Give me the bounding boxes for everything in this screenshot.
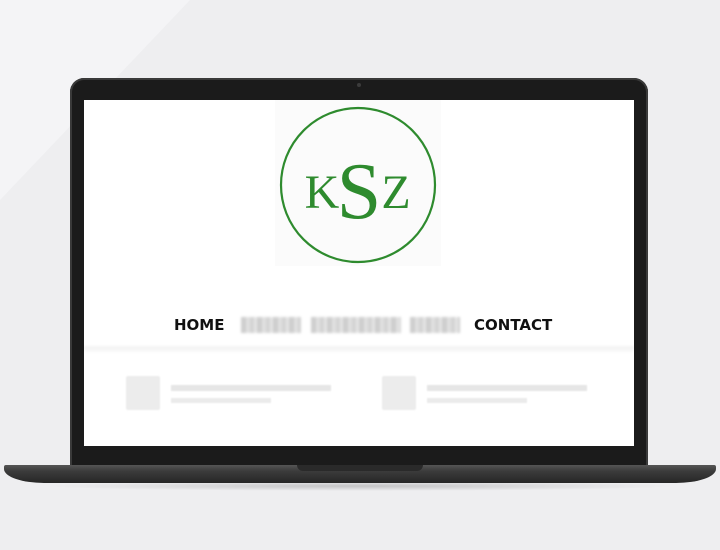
laptop-hinge-notch [297, 465, 423, 471]
card-text-placeholder [171, 398, 271, 403]
content-card-placeholder [382, 376, 592, 416]
card-thumbnail-placeholder [126, 376, 160, 410]
section-divider [84, 346, 634, 352]
nav-link-redacted-1[interactable] [241, 317, 301, 333]
webcam [357, 83, 361, 87]
nav-contact-link[interactable]: CONTACT [474, 312, 552, 338]
nav-link-redacted-2[interactable] [311, 317, 401, 333]
site-logo[interactable]: K S Z [275, 100, 441, 266]
laptop-base [4, 465, 716, 483]
main-nav: HOME CONTACT [84, 312, 634, 338]
logo-letter-k: K [305, 166, 340, 219]
nav-link-redacted-3[interactable] [410, 317, 460, 333]
laptop-screen: K S Z HOME CONTACT [84, 100, 634, 446]
card-title-placeholder [427, 385, 587, 391]
nav-home-link[interactable]: HOME [174, 312, 224, 338]
card-title-placeholder [171, 385, 331, 391]
logo-letter-z: Z [381, 166, 410, 219]
card-thumbnail-placeholder [382, 376, 416, 410]
content-card-placeholder [126, 376, 336, 416]
logo-letter-s: S [337, 148, 382, 236]
ksz-monogram-logo: K S Z [279, 106, 437, 264]
card-text-placeholder [427, 398, 527, 403]
